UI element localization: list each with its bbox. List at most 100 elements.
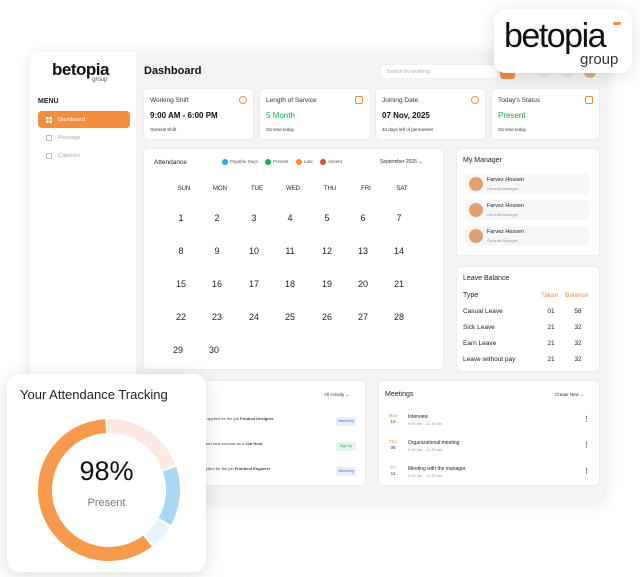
sidebar-item-label: Message [58,134,81,141]
meeting-date-num: 10 [390,419,396,424]
manager-item[interactable]: Farvez Hossen General Manager [465,174,589,194]
legend-late: Late [296,159,313,165]
meeting-time: 9:00 am - 11:30 am [408,473,443,478]
avatar [469,203,483,217]
chevron-down-icon: ⌄ [345,392,350,397]
sidebar-item-calender[interactable]: Calender [38,147,130,164]
calendar-day[interactable]: 4 [275,213,305,223]
sidebar-item-label: Dashboard [58,116,85,123]
sidebar-item-dashboard[interactable]: Dashboard [38,111,130,128]
activity-filter[interactable]: All Activity ⌄ [324,392,349,398]
calendar-day[interactable]: 5 [312,213,342,223]
leave-header-taken: Taken [541,292,559,299]
leave-taken: 21 [547,324,555,331]
calendar-icon [355,96,363,104]
sidebar-item-label: Calender [58,152,81,159]
stat-card-working-shift: Working Shift 9:00 AM - 6:00 PM General … [143,88,254,140]
calendar-day[interactable]: 21 [384,279,414,289]
weekday-label: WED [286,186,300,192]
calendar-day[interactable]: 12 [312,246,342,256]
stat-sub: On time today [498,127,527,132]
leave-taken: 01 [547,308,555,315]
more-options-icon[interactable]: ⋮ [583,415,590,423]
stat-card-length-of-service: Length of Service 5 Month On time today [259,88,370,140]
calendar-day[interactable]: 14 [384,246,414,256]
legend-present: Present [265,159,289,165]
stat-label: Working Shift [150,97,189,104]
calendar-day[interactable]: 30 [199,345,229,355]
calendar-day[interactable]: 2 [202,213,232,223]
calendar-day[interactable]: 24 [239,312,269,322]
leave-taken: 21 [547,356,555,363]
calendar-day[interactable]: 7 [384,213,414,223]
leave-type: Leave without pay [463,356,516,363]
calendar-day[interactable]: 29 [163,345,193,355]
calendar-day[interactable]: 19 [312,279,342,289]
month-selector[interactable]: September 2025 ⌄ [380,159,423,165]
menu-label: MENU [38,98,59,105]
meeting-title: Meeting with the manager [408,466,466,472]
meeting-date: Mon 10 [386,413,400,425]
calendar-day[interactable]: 3 [239,213,269,223]
calendar-day[interactable]: 26 [312,312,342,322]
calendar-day[interactable]: 15 [166,279,196,289]
calendar-day[interactable]: 20 [348,279,378,289]
stat-label: Joining Date [382,97,419,104]
legend-label: Absent [328,159,343,165]
calendar-day[interactable]: 8 [166,246,196,256]
legend-label: Present [273,159,289,165]
calendar-day[interactable]: 17 [239,279,269,289]
activity-badge: Workshop [336,417,356,426]
calendar-day[interactable]: 1 [166,213,196,223]
attendance-donut-chart [38,419,180,561]
manager-item[interactable]: Farvez Hossen General Manager [465,200,589,220]
calendar-day[interactable]: 10 [239,246,269,256]
meeting-title: Organizational meeting [408,440,460,446]
donut-segment-present [38,419,152,561]
attendance-tracking-card: Your Attendance Tracking 98% Present [7,374,206,572]
calendar-day[interactable]: 9 [202,246,232,256]
manager-item[interactable]: Farvez Hossen General Manager [465,226,589,246]
activity-filter-label: All Activity [324,392,345,397]
calendar-day[interactable]: 18 [275,279,305,289]
leave-type: Sick Leave [463,324,495,331]
calendar-day[interactable]: 22 [166,312,196,322]
meetings-title: Meetings [385,391,414,398]
calendar-day[interactable]: 11 [275,246,305,256]
brand-logo-sub: group [580,51,619,68]
create-new-label: Create New [555,392,579,397]
stat-card-joining-date: Joining Date 07 Nov, 2025 34 days left o… [375,88,486,140]
calendar-day[interactable]: 13 [348,246,378,256]
stat-value: 9:00 AM - 6:00 PM [150,111,218,120]
weekday-label: TUE [251,186,263,192]
more-options-icon[interactable]: ⋮ [583,467,590,475]
more-options-icon[interactable]: ⋮ [583,441,590,449]
leave-header-type: Type [463,292,479,299]
activity-text-part: Frontend Engineer [234,466,271,471]
calendar-day[interactable]: 16 [202,279,232,289]
manager-name: Farvez Hossen [487,203,524,209]
chevron-down-icon: ⌄ [580,392,584,397]
stat-value: 07 Nov, 2025 [382,111,430,120]
tracking-percent: 98% [79,456,134,486]
manager-title: My Manager [463,157,502,164]
search-input[interactable]: Search by anything [380,64,498,79]
create-new-button[interactable]: Create New ⌄ [555,392,584,398]
calendar-day[interactable]: 25 [275,312,305,322]
stat-sub: 34 days left of permanent [382,127,433,132]
weekday-label: MON [213,186,227,192]
manager-role: General Manager [487,212,519,217]
calendar-day[interactable]: 6 [348,213,378,223]
meeting-time: 9:00 am - 11:30 am [408,447,443,452]
sidebar-logo[interactable]: betopia group [52,60,118,86]
manager-name: Farvez Hossen [487,229,524,235]
calendar-icon [585,96,593,104]
calendar-day[interactable]: 23 [202,312,232,322]
sidebar-item-message[interactable]: Message [38,129,130,146]
leave-balance: 32 [574,356,582,363]
brand-logo-card: betopia group [494,9,632,73]
page-title: Dashboard [144,65,202,77]
calendar-day[interactable]: 27 [348,312,378,322]
calendar-day[interactable]: 28 [384,312,414,322]
manager-role: General Manager [487,238,519,243]
